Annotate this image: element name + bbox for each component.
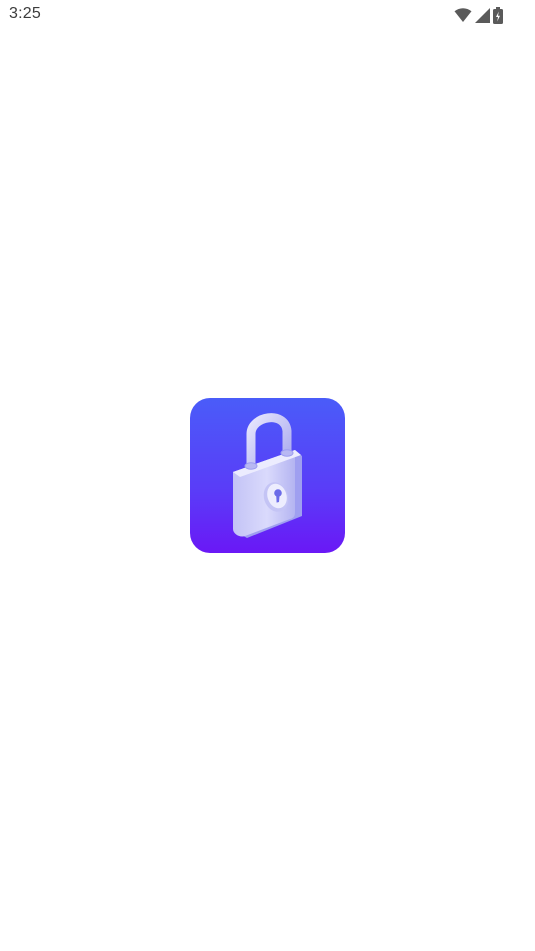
status-bar: 3:25 [0, 0, 535, 30]
cellular-signal-icon [475, 7, 490, 23]
padlock-icon [233, 413, 302, 538]
status-icons [454, 6, 503, 24]
battery-icon [493, 6, 503, 24]
wifi-icon [454, 8, 472, 22]
status-time: 3:25 [9, 5, 41, 22]
app-logo [190, 398, 345, 553]
